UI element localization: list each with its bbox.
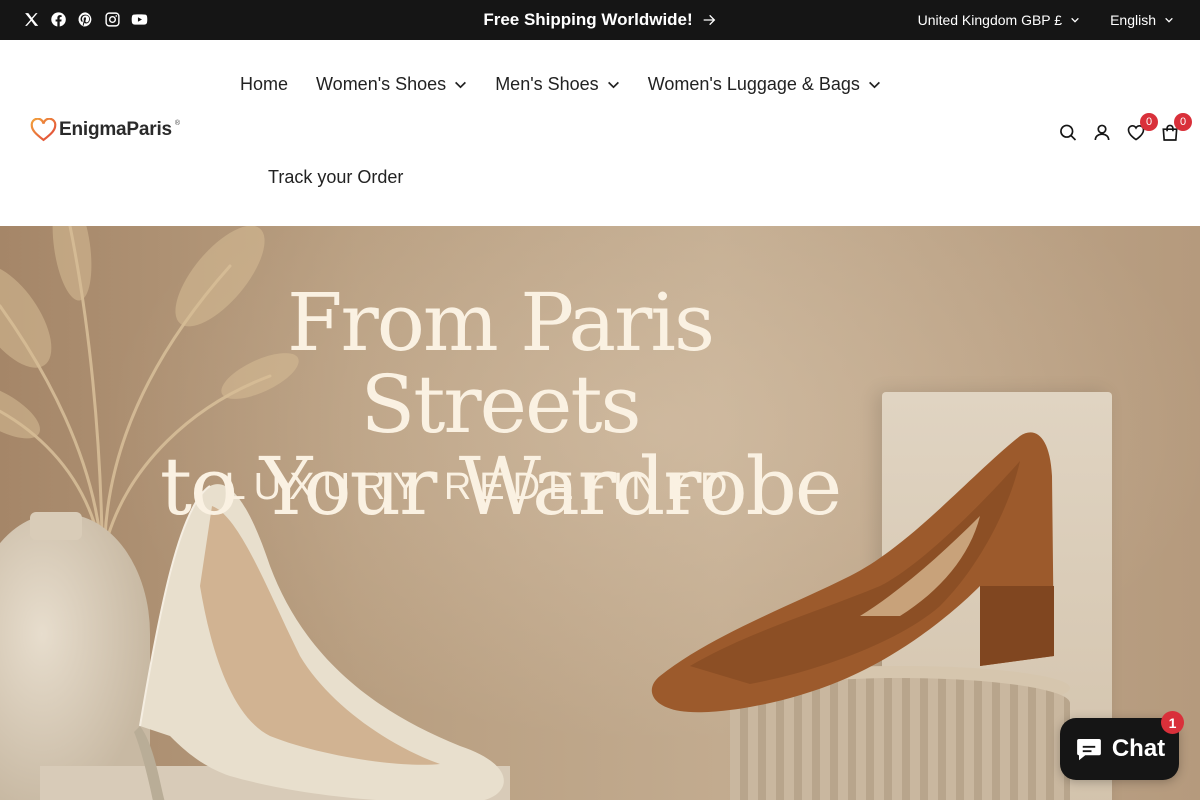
chevron-down-icon xyxy=(1165,17,1173,23)
logo-text: EnigmaParis xyxy=(59,119,172,140)
chevron-down-icon xyxy=(1071,17,1079,23)
instagram-icon[interactable] xyxy=(103,10,121,28)
localization: United Kingdom GBP £ English xyxy=(918,0,1174,40)
chevron-down-icon xyxy=(607,81,619,89)
nav-track-order[interactable]: Track your Order xyxy=(268,167,403,188)
announcement-bar: Free Shipping Worldwide! United Kingdom … xyxy=(0,0,1200,40)
logo-registered-mark: ® xyxy=(174,119,181,127)
country-currency-label: United Kingdom GBP £ xyxy=(917,12,1063,28)
language-selector[interactable]: English xyxy=(1110,12,1174,28)
user-icon xyxy=(1094,124,1110,140)
chevron-down-icon xyxy=(455,81,467,89)
main-nav: Home Women's Shoes Men's Shoes Women's L… xyxy=(240,74,881,95)
arrow-right-icon[interactable] xyxy=(701,12,717,28)
nav-mens-shoes[interactable]: Men's Shoes xyxy=(495,74,620,95)
account-button[interactable] xyxy=(1092,120,1112,144)
chat-unread-badge: 1 xyxy=(1161,711,1184,734)
site-header: EnigmaParis ® Home Women's Shoes Men's S… xyxy=(0,40,1200,226)
nav-label: Home xyxy=(240,74,289,94)
cart-button[interactable]: 0 xyxy=(1160,113,1192,144)
facebook-icon[interactable] xyxy=(49,10,67,28)
logo[interactable]: EnigmaParis ® xyxy=(30,118,180,142)
hero-subtitle: LUXURY REDEFINED xyxy=(224,466,736,508)
cart-count-badge: 0 xyxy=(1174,113,1192,131)
nav-label: Women's Luggage & Bags xyxy=(647,74,860,94)
nav-womens-luggage-bags[interactable]: Women's Luggage & Bags xyxy=(648,74,881,95)
x-icon[interactable] xyxy=(22,10,40,28)
search-icon xyxy=(1060,124,1077,141)
heart-logo-icon xyxy=(30,118,57,142)
vase-neck-decoration xyxy=(30,512,82,540)
country-currency-selector[interactable]: United Kingdom GBP £ xyxy=(918,12,1081,28)
youtube-icon[interactable] xyxy=(130,10,148,28)
language-label: English xyxy=(1110,12,1156,28)
header-actions: 0 0 xyxy=(1058,113,1192,144)
hero-title-line-1: From Paris Streets xyxy=(286,276,715,451)
search-button[interactable] xyxy=(1058,120,1078,144)
chat-label: Chat xyxy=(1111,735,1166,762)
pinterest-icon[interactable] xyxy=(76,10,94,28)
wishlist-count-badge: 0 xyxy=(1140,113,1158,131)
announcement-text[interactable]: Free Shipping Worldwide! xyxy=(483,10,692,30)
nav-label: Men's Shoes xyxy=(495,74,599,94)
nav-womens-shoes[interactable]: Women's Shoes xyxy=(316,74,467,95)
hero-banner[interactable]: From Paris Streets to Your Wardrobe LUXU… xyxy=(0,226,1200,800)
nav-home[interactable]: Home xyxy=(240,74,288,95)
nav-label: Women's Shoes xyxy=(316,74,447,94)
chevron-down-icon xyxy=(868,81,880,89)
social-links xyxy=(22,10,148,28)
wishlist-button[interactable]: 0 xyxy=(1126,113,1158,144)
chat-bubble-icon xyxy=(1076,739,1101,761)
